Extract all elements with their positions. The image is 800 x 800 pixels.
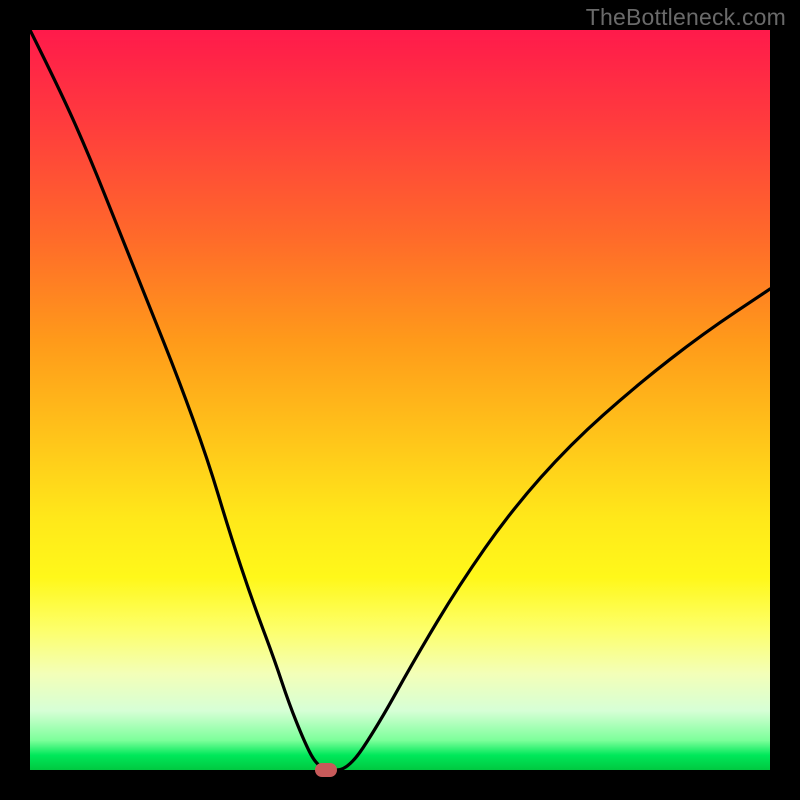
watermark-label: TheBottleneck.com — [586, 4, 786, 31]
plot-area — [30, 30, 770, 770]
minimum-marker — [315, 763, 337, 777]
chart-frame: TheBottleneck.com — [0, 0, 800, 800]
bottleneck-curve — [30, 30, 770, 770]
